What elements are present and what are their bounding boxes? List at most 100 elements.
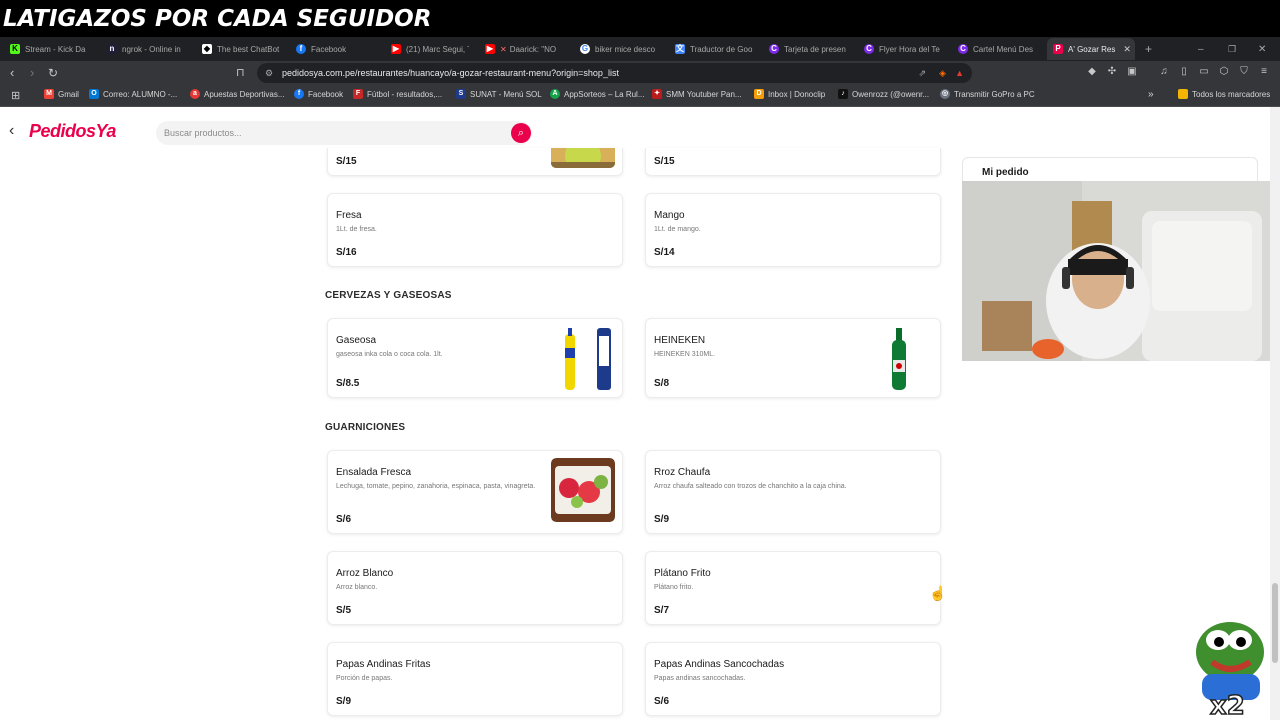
chatbot-icon: ◆	[202, 44, 212, 54]
bookmark-label: Transmitir GoPro a PC	[954, 89, 1035, 99]
tab-label: Stream - Kick Da	[25, 44, 86, 54]
bookmark-smm[interactable]: ✦ SMM Youtuber Pan...	[652, 89, 742, 99]
close-tab-icon[interactable]: ✕	[1123, 44, 1131, 55]
sunat-icon: S	[456, 89, 466, 99]
page-scrollbar[interactable]	[1270, 107, 1280, 720]
donoclip-icon: D	[754, 89, 764, 99]
close-icon[interactable]: ✕	[500, 45, 507, 54]
soda-bottles-image	[551, 326, 615, 390]
bookmark-futbol[interactable]: F Fútbol - resultados,...	[353, 89, 442, 99]
tab-google-search[interactable]: Gbiker mice desco	[580, 38, 658, 60]
rewards-icon[interactable]: ▲	[955, 63, 964, 83]
bookmark-all[interactable]: Todos los marcadores	[1178, 89, 1270, 99]
back-arrow-icon[interactable]: ‹	[9, 122, 14, 140]
tab-ngrok[interactable]: n ngrok - Online in	[107, 38, 185, 60]
product-card-gaseosa[interactable]: Gaseosa gaseosa inka cola o coca cola. 1…	[327, 318, 623, 398]
kick-icon: K	[10, 44, 20, 54]
bookmark-label: Correo: ALUMNO -...	[103, 89, 178, 99]
bookmark-icon[interactable]: ⊓	[236, 66, 245, 80]
minimize-icon: –	[1198, 43, 1204, 55]
bookmark-gopro[interactable]: ◎ Transmitir GoPro a PC	[940, 89, 1035, 99]
pedidosya-icon: P	[1053, 44, 1063, 54]
forward-icon[interactable]: ›	[30, 66, 34, 80]
translate-icon: 文	[675, 44, 685, 54]
reload-icon[interactable]: ↻	[48, 66, 58, 80]
bookmark-facebook[interactable]: f Facebook	[294, 89, 343, 99]
extension-puzzle-icon[interactable]: ✣	[1106, 66, 1118, 78]
new-tab-button[interactable]: +	[1145, 38, 1157, 60]
tab-kick[interactable]: K Stream - Kick Da	[10, 38, 90, 60]
product-name: Papas Andinas Fritas	[336, 659, 431, 670]
site-info-icon[interactable]: ⚙	[265, 63, 273, 83]
product-name: HEINEKEN	[654, 335, 706, 346]
extension-box-icon[interactable]: ▣	[1126, 66, 1138, 78]
back-icon[interactable]: ‹	[10, 66, 14, 80]
tab-facebook[interactable]: f Facebook	[296, 38, 374, 60]
tab-canva-cartel[interactable]: C Cartel Menú Des	[958, 38, 1036, 60]
facebook-icon: f	[294, 89, 304, 99]
plus-icon: +	[1145, 42, 1153, 56]
product-desc: Arroz chaufa salteado con trozos de chan…	[654, 483, 847, 490]
product-card-ensalada[interactable]: Ensalada Fresca Lechuga, tomate, pepino,…	[327, 450, 623, 534]
pedidosya-logo[interactable]: PedidosYa	[29, 121, 116, 142]
bookmark-sunat[interactable]: S SUNAT - Menú SOL	[456, 89, 542, 99]
product-card[interactable]: S/15	[327, 148, 623, 176]
tab-label: The best ChatBot	[217, 44, 280, 54]
product-card-platano[interactable]: Plátano Frito Plátano frito. S/7	[645, 551, 941, 625]
bookmark-correo[interactable]: O Correo: ALUMNO -...	[89, 89, 177, 99]
product-card-mango[interactable]: Mango 1Lt. de mango. S/14	[645, 193, 941, 267]
tab-youtube-daarick[interactable]: ▶ ✕ Daarick: "NO	[485, 38, 563, 60]
tab-chatbot[interactable]: ◆ The best ChatBot	[202, 38, 280, 60]
canva-icon: C	[769, 44, 779, 54]
product-price: S/6	[654, 696, 670, 707]
smm-icon: ✦	[652, 89, 662, 99]
sidebar-icon[interactable]: ▯	[1178, 66, 1190, 78]
bookmark-label: Owenrozz (@owenr...	[852, 89, 930, 99]
vpn-icon[interactable]: ⬡	[1218, 66, 1230, 78]
bookmark-apuestas[interactable]: a Apuestas Deportivas...	[190, 89, 284, 99]
close-window-button[interactable]: ✕	[1258, 38, 1268, 60]
bookmark-donoclip[interactable]: D Inbox | Donoclip	[754, 89, 825, 99]
facebook-icon: f	[296, 44, 306, 54]
product-card-papas-sancochadas[interactable]: Papas Andinas Sancochadas Papas andinas …	[645, 642, 941, 716]
search-input[interactable]: Buscar productos... ⌕	[156, 121, 532, 145]
product-card[interactable]: S/15	[645, 148, 941, 176]
product-card-arroz-blanco[interactable]: Arroz Blanco Arroz blanco. S/5	[327, 551, 623, 625]
product-card-papas-fritas[interactable]: Papas Andinas Fritas Porción de papas. S…	[327, 642, 623, 716]
bookmark-label: Gmail	[58, 89, 79, 99]
product-card-heineken[interactable]: HEINEKEN HEINEKEN 310ML. S/8	[645, 318, 941, 398]
bookmark-label: Apuestas Deportivas...	[204, 89, 285, 99]
more-bookmarks-icon[interactable]: »	[1148, 89, 1154, 100]
bookmark-gmail[interactable]: M Gmail	[44, 89, 79, 99]
tab-pedidosya-active[interactable]: P A' Gozar Res ✕	[1047, 38, 1135, 60]
url-bar[interactable]: ⚙ pedidosya.com.pe/restaurantes/huancayo…	[257, 63, 972, 83]
brave-shield-icon[interactable]: ◈	[939, 63, 946, 83]
product-price: S/16	[336, 247, 357, 258]
tab-label: Traductor de Goo	[690, 44, 753, 54]
product-price: S/6	[336, 514, 352, 525]
scrollbar-thumb[interactable]	[1272, 583, 1278, 663]
menu-icon[interactable]: ≡	[1258, 66, 1270, 78]
extension-diamond-icon[interactable]: ◆	[1086, 66, 1098, 78]
tab-translate[interactable]: 文 Traductor de Goo	[675, 38, 753, 60]
product-desc: gaseosa inka cola o coca cola. 1lt.	[336, 351, 443, 358]
media-icon[interactable]: ♫	[1158, 66, 1170, 78]
beer-bottle-image	[869, 326, 933, 390]
tab-canva-tarjeta[interactable]: C Tarjeta de presen	[769, 38, 847, 60]
product-card-fresa[interactable]: Fresa 1Lt. de fresa. S/16	[327, 193, 623, 267]
share-icon[interactable]: ⇗	[918, 63, 926, 83]
bookmark-appsorteos[interactable]: A AppSorteos – La Rul...	[550, 89, 645, 99]
product-name: Plátano Frito	[654, 568, 711, 579]
maximize-button[interactable]: ❐	[1228, 38, 1238, 60]
google-icon: G	[580, 44, 590, 54]
search-icon[interactable]: ⌕	[511, 123, 531, 143]
tab-canva-flyer[interactable]: C Flyer Hora del Te	[864, 38, 942, 60]
apps-grid-icon[interactable]: ⊞	[11, 89, 20, 103]
product-card-chaufa[interactable]: Rroz Chaufa Arroz chaufa salteado con tr…	[645, 450, 941, 534]
minimize-button[interactable]: –	[1198, 38, 1208, 60]
bookmark-tiktok[interactable]: ♪ Owenrozz (@owenr...	[838, 89, 929, 99]
shield-icon[interactable]: ⛉	[1238, 66, 1250, 78]
product-price: S/15	[336, 156, 357, 167]
tab-youtube-marc[interactable]: ▶ (21) Marc Segui, T	[391, 38, 469, 60]
wallet-icon[interactable]: ▭	[1198, 66, 1210, 78]
